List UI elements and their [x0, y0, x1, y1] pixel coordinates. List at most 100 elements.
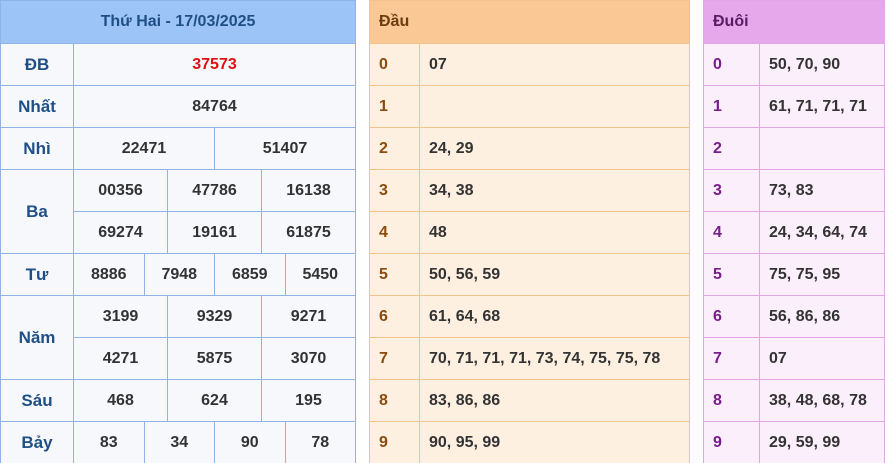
- third-prize-number: 69274: [73, 211, 168, 254]
- duoi-values: 61, 71, 71, 71: [759, 85, 885, 128]
- results-date-title: Thứ Hai - 17/03/2025: [0, 0, 356, 44]
- dau-digit: 7: [369, 337, 420, 380]
- duoi-digit: 2: [703, 127, 760, 170]
- dau-values: 50, 56, 59: [419, 253, 690, 296]
- duoi-values: 24, 34, 64, 74: [759, 211, 885, 254]
- dau-row: 2 24, 29: [369, 127, 690, 170]
- duoi-values: 50, 70, 90: [759, 43, 885, 86]
- special-prize-number: 37573: [73, 43, 356, 86]
- prize-label-bay: Bảy: [0, 421, 74, 463]
- third-prize-number: 19161: [167, 211, 262, 254]
- seventh-prize-number: 90: [214, 421, 286, 463]
- duoi-table: Đuôi 0 50, 70, 90 1 61, 71, 71, 71 2 3 73, 83 4…: [703, 0, 885, 463]
- prize-row-tu: Tư 8886 7948 6859 5450: [0, 253, 356, 296]
- duoi-row: 6 56, 86, 86: [703, 295, 885, 338]
- second-prize-number: 22471: [73, 127, 215, 170]
- second-prize-number: 51407: [214, 127, 356, 170]
- duoi-row: 2: [703, 127, 885, 170]
- duoi-row: 4 24, 34, 64, 74: [703, 211, 885, 254]
- fourth-prize-number: 5450: [284, 253, 356, 296]
- duoi-values: 75, 75, 95: [759, 253, 885, 296]
- dau-header-label: Đầu: [379, 13, 410, 30]
- duoi-digit: 4: [703, 211, 760, 254]
- duoi-row: 0 50, 70, 90: [703, 43, 885, 86]
- duoi-header: Đuôi: [703, 0, 885, 44]
- third-prize-number: 47786: [167, 169, 262, 212]
- prize-row-ba: Ba 00356 47786 16138: [0, 169, 356, 254]
- fourth-prize-number: 6859: [214, 253, 286, 296]
- fifth-prize-number: 3070: [261, 337, 356, 380]
- duoi-row: 1 61, 71, 71, 71: [703, 85, 885, 128]
- duoi-digit: 9: [703, 421, 760, 463]
- fourth-prize-number: 7948: [143, 253, 215, 296]
- duoi-header-label: Đuôi: [713, 13, 749, 30]
- duoi-values: 73, 83: [759, 169, 885, 212]
- sixth-prize-number: 468: [73, 379, 168, 422]
- dau-row: 0 07: [369, 43, 690, 86]
- fifth-prize-number: 9329: [167, 295, 262, 338]
- duoi-digit: 5: [703, 253, 760, 296]
- dau-values: 83, 86, 86: [419, 379, 690, 422]
- dau-row: 9 90, 95, 99: [369, 421, 690, 463]
- sixth-prize-number: 624: [167, 379, 262, 422]
- prize-row-nhi: Nhì 22471 51407: [0, 127, 356, 170]
- third-prize-number: 61875: [261, 211, 356, 254]
- dau-table: Đầu 0 07 1 2 24, 29 3 34, 38 4 48 5 50, 56, 59 6 61,…: [369, 0, 690, 463]
- dau-row: 6 61, 64, 68: [369, 295, 690, 338]
- duoi-digit: 6: [703, 295, 760, 338]
- duoi-digit: 1: [703, 85, 760, 128]
- dau-values: 24, 29: [419, 127, 690, 170]
- duoi-values: [759, 127, 885, 170]
- dau-values: 90, 95, 99: [419, 421, 690, 463]
- prize-label-nam: Năm: [0, 295, 74, 380]
- duoi-digit: 8: [703, 379, 760, 422]
- third-prize-number: 16138: [261, 169, 356, 212]
- dau-values: 61, 64, 68: [419, 295, 690, 338]
- fifth-prize-number: 4271: [73, 337, 168, 380]
- dau-row: 3 34, 38: [369, 169, 690, 212]
- prize-row-bay: Bảy 83 34 90 78: [0, 421, 356, 463]
- fifth-prize-number: 3199: [73, 295, 168, 338]
- dau-digit: 6: [369, 295, 420, 338]
- dau-digit: 9: [369, 421, 420, 463]
- dau-row: 1: [369, 85, 690, 128]
- dau-row: 8 83, 86, 86: [369, 379, 690, 422]
- duoi-row: 8 38, 48, 68, 78: [703, 379, 885, 422]
- duoi-values: 38, 48, 68, 78: [759, 379, 885, 422]
- dau-header: Đầu: [369, 0, 690, 44]
- duoi-row: 5 75, 75, 95: [703, 253, 885, 296]
- fourth-prize-number: 8886: [73, 253, 145, 296]
- duoi-digit: 3: [703, 169, 760, 212]
- duoi-row: 9 29, 59, 99: [703, 421, 885, 463]
- fifth-prize-number: 5875: [167, 337, 262, 380]
- dau-values: 07: [419, 43, 690, 86]
- prize-label-nhat: Nhất: [0, 85, 74, 128]
- dau-digit: 1: [369, 85, 420, 128]
- dau-row: 4 48: [369, 211, 690, 254]
- fifth-prize-number: 9271: [261, 295, 356, 338]
- duoi-values: 07: [759, 337, 885, 380]
- seventh-prize-number: 34: [143, 421, 215, 463]
- dau-row: 5 50, 56, 59: [369, 253, 690, 296]
- prize-label-nhi: Nhì: [0, 127, 74, 170]
- duoi-digit: 7: [703, 337, 760, 380]
- duoi-row: 3 73, 83: [703, 169, 885, 212]
- prize-label-sau: Sáu: [0, 379, 74, 422]
- duoi-row: 7 07: [703, 337, 885, 380]
- dau-values: 70, 71, 71, 71, 73, 74, 75, 75, 78: [419, 337, 690, 380]
- prize-row-nam: Năm 3199 9329 9271: [0, 295, 356, 380]
- sixth-prize-number: 195: [261, 379, 356, 422]
- lottery-results-table: Thứ Hai - 17/03/2025 ĐB 37573 Nhất 84764…: [0, 0, 356, 463]
- duoi-digit: 0: [703, 43, 760, 86]
- first-prize-number: 84764: [73, 85, 356, 128]
- dau-values: [419, 85, 690, 128]
- dau-row: 7 70, 71, 71, 71, 73, 74, 75, 75, 78: [369, 337, 690, 380]
- third-prize-number: 00356: [73, 169, 168, 212]
- dau-digit: 2: [369, 127, 420, 170]
- dau-values: 48: [419, 211, 690, 254]
- dau-digit: 8: [369, 379, 420, 422]
- prize-label-tu: Tư: [0, 253, 74, 296]
- dau-digit: 3: [369, 169, 420, 212]
- duoi-values: 56, 86, 86: [759, 295, 885, 338]
- seventh-prize-number: 78: [284, 421, 356, 463]
